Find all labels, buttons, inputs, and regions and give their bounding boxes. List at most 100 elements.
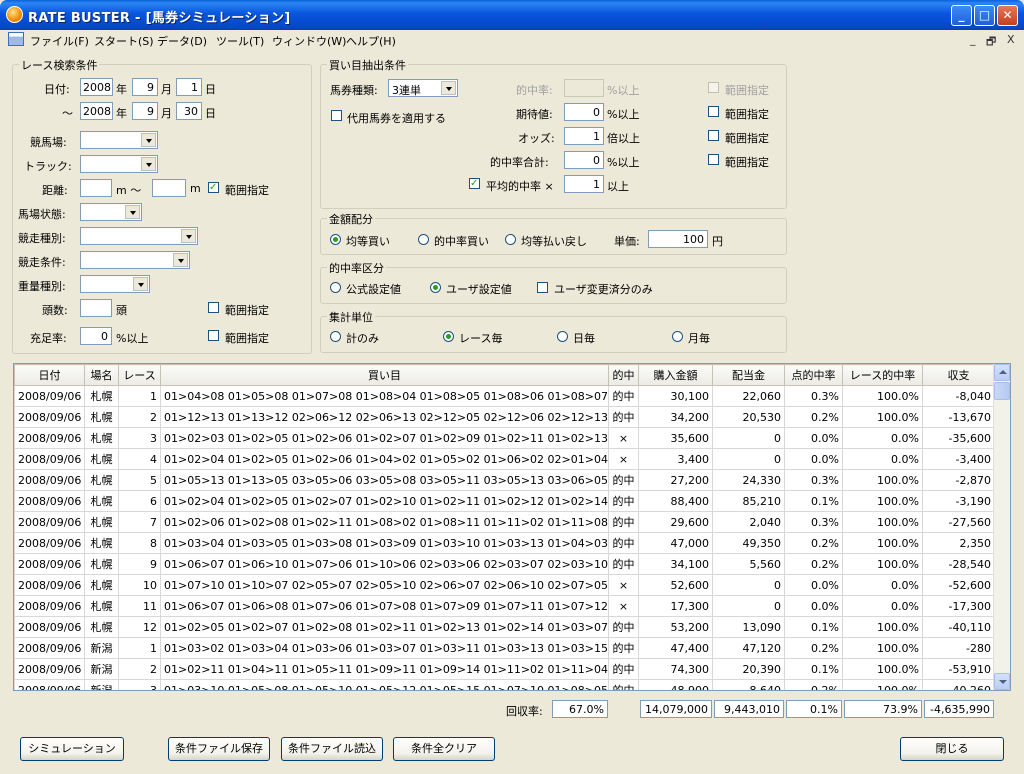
table-row[interactable]: 2008/09/06 新潟 1 01>03>02 01>03>04 01>03>06 … [14,637,995,659]
document-icon[interactable] [8,32,24,46]
day-unit: 日 [205,107,216,120]
avg-hit-input[interactable]: 1 [564,175,604,193]
table-row[interactable]: 2008/09/06 札幌 8 01>03>04 01>03>05 01>03>08 … [14,532,995,554]
table-row[interactable]: 2008/09/06 新潟 2 01>02>11 01>04>11 01>05>11 … [14,658,995,680]
cell-payout: 13,090 [712,616,785,638]
equal-payout-radio[interactable] [505,234,516,245]
grid-scrollbar[interactable] [993,364,1010,690]
table-row[interactable]: 2008/09/06 札幌 11 01>06>07 01>06>08 01>07>06… [14,595,995,617]
table-row[interactable]: 2008/09/06 札幌 10 01>07>10 01>10>07 02>05>07… [14,574,995,596]
per-month-radio[interactable] [672,331,683,342]
condition-select[interactable] [80,203,142,221]
race-cond-select[interactable] [80,251,190,269]
cell-venue: 札幌 [84,574,119,596]
per-race-radio[interactable] [443,331,454,342]
col-point-hit[interactable]: 点的中率 [784,364,843,386]
heads-range-checkbox[interactable] [208,302,219,313]
cell-point-hit: 0.3% [784,385,843,407]
to-day-input[interactable]: 30 [176,102,202,120]
expected-range-checkbox[interactable] [708,106,719,117]
col-hit[interactable]: 的中 [608,364,639,386]
col-balance[interactable]: 収支 [922,364,995,386]
weight-select[interactable] [80,275,150,293]
col-venue[interactable]: 場名 [84,364,119,386]
table-row[interactable]: 2008/09/06 新潟 3 01>03>10 01>05>08 01>05>10 … [14,679,995,690]
venue-select[interactable] [80,131,158,149]
table-row[interactable]: 2008/09/06 札幌 7 01>02>06 01>02>08 01>02>11 … [14,511,995,533]
avg-hit-checkbox[interactable] [469,178,480,189]
cell-bets: 01>02>03 01>02>05 01>02>06 01>02>07 01>0… [160,427,609,449]
hit-total-input[interactable]: 0 [564,151,604,169]
simulation-button[interactable]: シミュレーション [20,737,124,761]
mdi-minimize-button[interactable]: _ [970,33,976,46]
cell-date: 2008/09/06 [14,595,85,617]
from-year-input[interactable]: 2008 [80,78,113,96]
distance-from-input[interactable] [80,179,112,197]
user-only-checkbox[interactable] [537,282,548,293]
heads-input[interactable] [80,299,112,317]
menu-file[interactable]: ファイル(F) [30,33,89,49]
distance-range-checkbox[interactable] [208,182,219,193]
load-conditions-button[interactable]: 条件ファイル読込 [281,737,383,761]
table-row[interactable]: 2008/09/06 札幌 2 01>12>13 01>13>12 02>06>12 … [14,406,995,428]
cell-race-hit: 0.0% [842,574,923,596]
hit-rate-input[interactable] [564,79,604,97]
avg-hit-unit: 以上 [607,180,629,193]
close-button[interactable]: 閉じる [900,737,1004,761]
minimize-button[interactable]: _ [951,5,972,26]
table-row[interactable]: 2008/09/06 札幌 12 01>02>05 01>02>07 01>02>08… [14,616,995,638]
odds-range-checkbox[interactable] [708,130,719,141]
fill-range-checkbox[interactable] [208,330,219,341]
to-month-input[interactable]: 9 [132,102,158,120]
from-day-input[interactable]: 1 [176,78,202,96]
per-day-radio[interactable] [557,331,568,342]
results-grid[interactable]: 日付 場名 レース 買い目 的中 購入金額 配当金 点的中率 レース的中率 収支… [13,363,1011,691]
expected-input[interactable]: 0 [564,103,604,121]
clear-conditions-button[interactable]: 条件全クリア [393,737,495,761]
col-bets[interactable]: 買い目 [160,364,609,386]
col-payout[interactable]: 配当金 [712,364,785,386]
ticket-type-select[interactable]: 3連単 [388,79,458,97]
track-select[interactable] [80,155,158,173]
table-row[interactable]: 2008/09/06 札幌 6 01>02>04 01>02>05 01>02>07 … [14,490,995,512]
equal-buy-radio[interactable] [330,234,341,245]
menu-start[interactable]: スタート(S) [94,33,154,49]
distance-to-input[interactable] [152,179,186,197]
to-year-input[interactable]: 2008 [80,102,113,120]
unit-price-input[interactable]: 100 [648,230,708,248]
col-date[interactable]: 日付 [14,364,85,386]
scroll-up-icon[interactable] [994,364,1010,381]
maximize-button[interactable]: □ [974,5,995,26]
from-month-input[interactable]: 9 [132,78,158,96]
close-window-button[interactable]: ✕ [997,5,1018,26]
mdi-restore-button[interactable]: 🗗 [986,33,996,52]
scroll-down-icon[interactable] [994,673,1010,690]
table-row[interactable]: 2008/09/06 札幌 5 01>05>13 01>13>05 03>05>06 … [14,469,995,491]
col-race-hit[interactable]: レース的中率 [842,364,923,386]
hit-rate-range-checkbox[interactable] [708,82,719,93]
total-only-radio[interactable] [330,331,341,342]
table-row[interactable]: 2008/09/06 札幌 1 01>04>08 01>05>08 01>07>08 … [14,385,995,407]
hit-total-range-checkbox[interactable] [708,154,719,165]
col-race[interactable]: レース [118,364,161,386]
cell-hit: 的中 [608,679,639,690]
substitute-checkbox[interactable] [331,110,342,121]
menu-window[interactable]: ウィンドウ(W) [272,33,346,49]
odds-input[interactable]: 1 [564,127,604,145]
menu-data[interactable]: データ(D) [157,33,207,49]
fill-input[interactable]: 0 [80,327,112,345]
table-row[interactable]: 2008/09/06 札幌 3 01>02>03 01>02>05 01>02>06 … [14,427,995,449]
col-purchase[interactable]: 購入金額 [638,364,713,386]
range-label: 範囲指定 [225,304,269,317]
race-type-select[interactable] [80,227,198,245]
save-conditions-button[interactable]: 条件ファイル保存 [168,737,270,761]
menu-tool[interactable]: ツール(T) [216,33,264,49]
official-value-radio[interactable] [330,282,341,293]
menu-help[interactable]: ヘルプ(H) [346,33,396,49]
mdi-close-button[interactable]: X [1007,33,1015,46]
table-row[interactable]: 2008/09/06 札幌 4 01>02>04 01>02>05 01>02>06 … [14,448,995,470]
scroll-thumb[interactable] [994,382,1010,400]
hit-rate-buy-radio[interactable] [418,234,429,245]
user-value-radio[interactable] [430,282,441,293]
table-row[interactable]: 2008/09/06 札幌 9 01>06>07 01>06>10 01>07>06 … [14,553,995,575]
